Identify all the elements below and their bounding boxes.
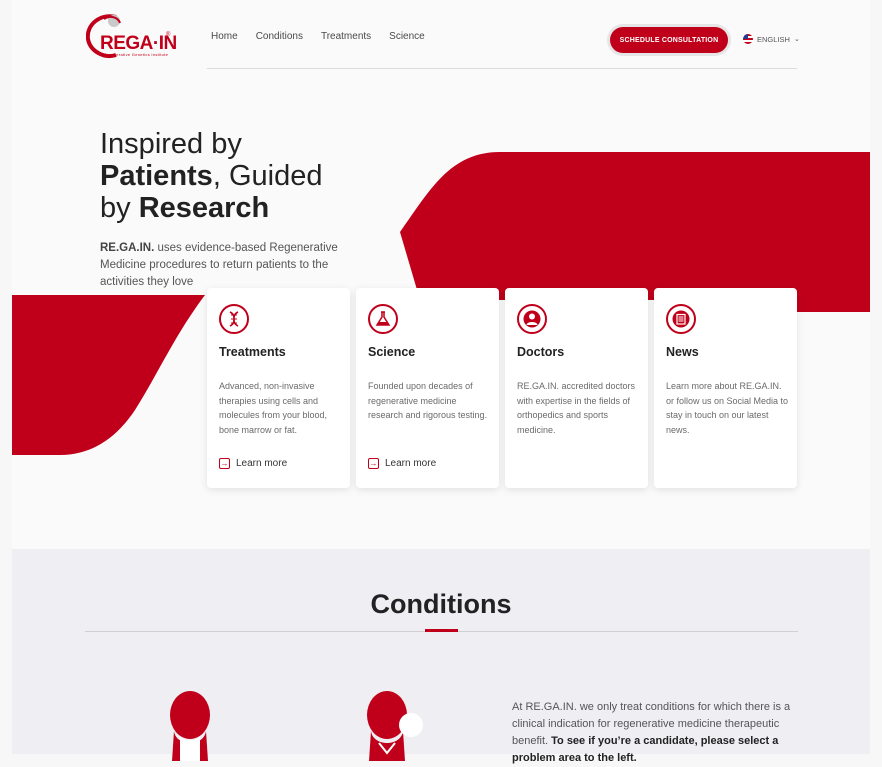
learn-more-label: Learn more	[385, 458, 437, 469]
card-title: News	[666, 345, 699, 359]
neck-figure-icon[interactable]	[347, 691, 437, 761]
hero-title-line2: , Guided	[212, 160, 323, 192]
learn-more-link[interactable]: → Learn more	[368, 458, 436, 469]
language-label: ENGLISH	[757, 34, 790, 44]
nav-treatments[interactable]: Treatments	[321, 31, 371, 42]
hero-title-bold-patients: Patients	[100, 160, 213, 192]
arrow-right-icon: →	[368, 458, 379, 469]
card-text: Learn more about RE.GA.IN. or follow us …	[666, 381, 789, 435]
hero-brand: RE.GA.IN.	[100, 242, 155, 254]
registered-mark: ®	[166, 32, 171, 38]
schedule-consultation-button[interactable]: SCHEDULE CONSULTATION	[610, 27, 728, 53]
nav-conditions[interactable]: Conditions	[256, 31, 303, 42]
card-text: Founded upon decades of regenerative med…	[368, 381, 488, 420]
main-nav: Home Conditions Treatments Science	[211, 31, 425, 42]
language-selector[interactable]: ENGLISH ⌄	[743, 34, 800, 44]
conditions-text-bold: To see if you’re a candidate, please sel…	[512, 735, 779, 764]
hero-title-bold-research: Research	[138, 192, 270, 224]
us-flag-icon	[743, 34, 753, 44]
dna-icon	[219, 304, 249, 334]
logo[interactable]: REGA·IN ® Regenerative Genetics Institut…	[86, 13, 177, 61]
hero-title: Inspired by Patients, Guided by Research	[100, 128, 322, 224]
nav-home[interactable]: Home	[211, 31, 238, 42]
card-science[interactable]: Science Founded upon decades of regenera…	[356, 288, 499, 488]
head-figure-icon[interactable]	[152, 691, 232, 761]
header-divider	[207, 68, 797, 69]
card-title: Doctors	[517, 345, 565, 359]
flask-icon	[368, 304, 398, 334]
hero-title-line3: by	[100, 192, 139, 224]
doctor-icon	[517, 304, 547, 334]
conditions-title: Conditions	[370, 589, 512, 619]
hero-subtitle: RE.GA.IN. uses evidence-based Regenerati…	[100, 240, 370, 291]
learn-more-label: Learn more	[236, 458, 288, 469]
news-icon	[666, 304, 696, 334]
card-news[interactable]: News Learn more about RE.GA.IN. or follo…	[654, 288, 797, 488]
learn-more-link[interactable]: → Learn more	[219, 458, 287, 469]
card-title: Science	[368, 345, 416, 359]
nav-science[interactable]: Science	[389, 31, 425, 42]
card-title: Treatments	[219, 345, 286, 359]
conditions-accent-bar	[425, 629, 458, 632]
conditions-description: At RE.GA.IN. we only treat conditions fo…	[512, 699, 802, 767]
hero-title-line1: Inspired by	[100, 128, 242, 160]
logo-tagline: Regenerative Genetics Institute	[103, 52, 169, 57]
chevron-down-icon: ⌄	[793, 36, 800, 43]
card-treatments[interactable]: Treatments Advanced, non-invasive therap…	[207, 288, 350, 488]
card-doctors[interactable]: Doctors RE.GA.IN. accredited doctors wit…	[505, 288, 648, 488]
arrow-right-icon: →	[219, 458, 230, 469]
card-text: RE.GA.IN. accredited doctors with expert…	[517, 381, 636, 435]
card-text: Advanced, non-invasive therapies using c…	[219, 381, 328, 435]
conditions-section: Conditions At RE.GA.IN. we only treat co…	[12, 549, 870, 764]
